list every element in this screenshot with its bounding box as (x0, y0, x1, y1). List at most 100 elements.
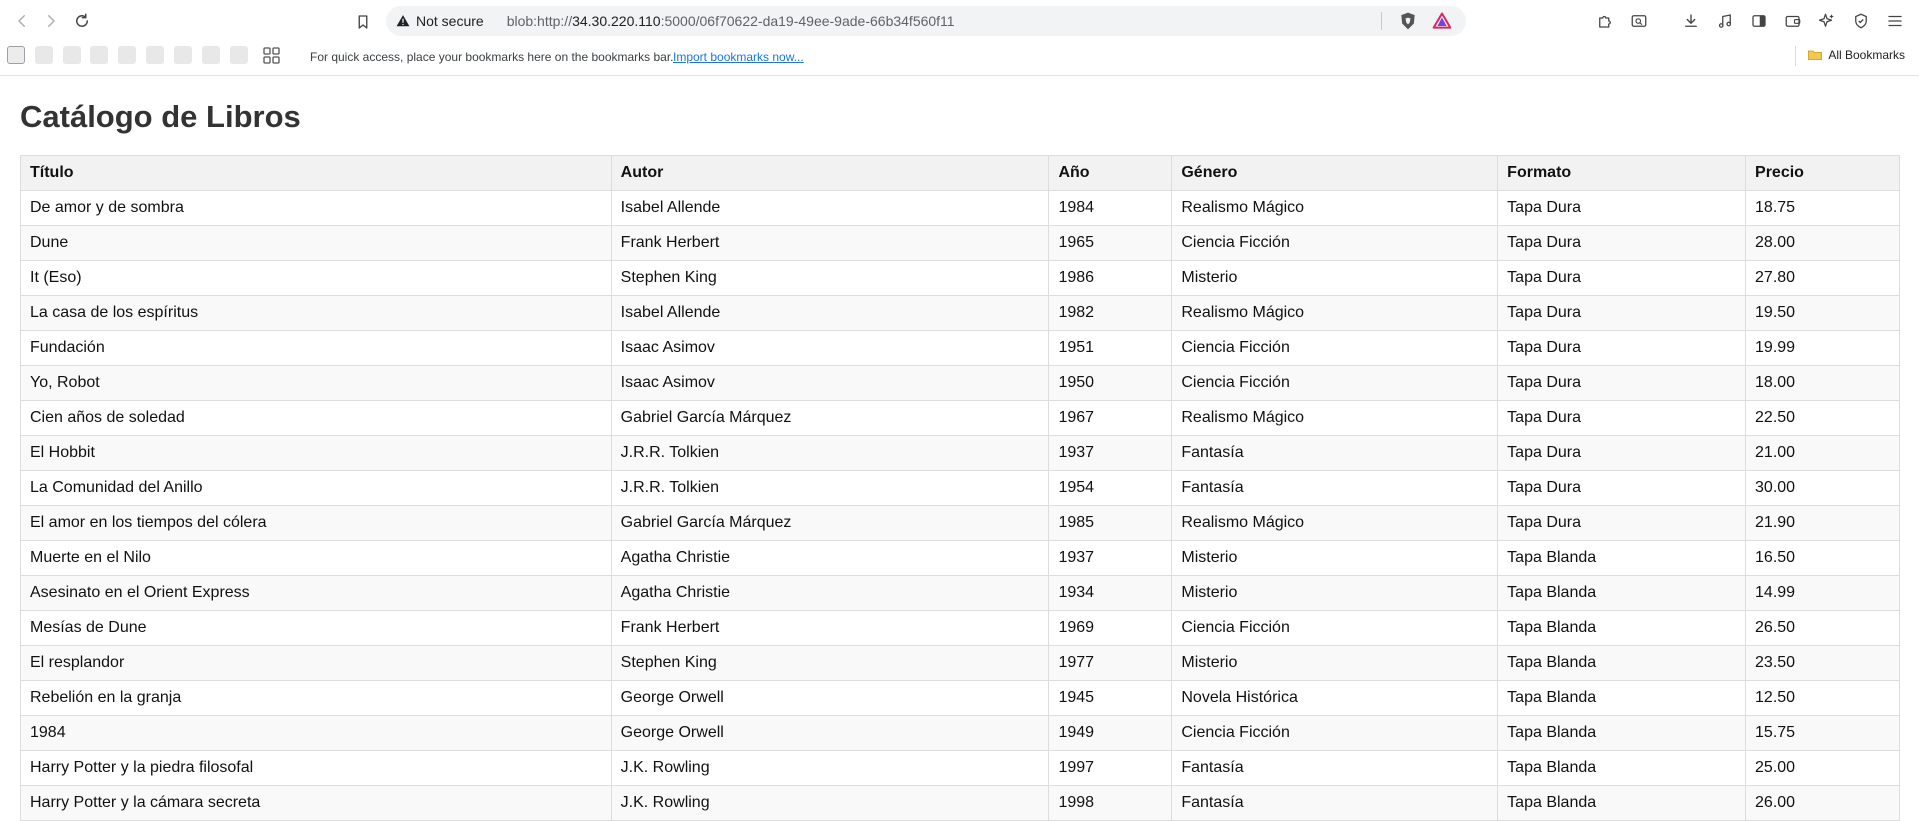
table-row: Muerte en el Nilo Agatha Christie 1937 Mist… (20, 540, 1900, 576)
brave-shields-icon[interactable] (1398, 11, 1418, 31)
security-indicator[interactable]: Not secure (396, 13, 484, 29)
cell-price: 22.50 (1745, 400, 1900, 436)
media-button[interactable] (1713, 10, 1737, 32)
warning-triangle-icon (396, 15, 410, 27)
bookmark-item[interactable] (174, 46, 192, 64)
table-row: Harry Potter y la cámara secreta J.K. Row… (20, 785, 1900, 821)
table-row: El amor en los tiempos del cólera Gabriel… (20, 505, 1900, 541)
apps-grid-icon[interactable] (263, 47, 281, 65)
cell-format: Tapa Dura (1497, 190, 1747, 226)
column-header-price[interactable]: Precio (1745, 155, 1900, 191)
music-note-icon (1718, 14, 1732, 28)
cell-genre: Realismo Mágico (1171, 400, 1499, 436)
cell-format: Tapa Blanda (1497, 715, 1747, 751)
sidebar-icon (1752, 15, 1766, 27)
cell-author: Frank Herbert (610, 610, 1050, 646)
back-arrow-icon (18, 15, 25, 27)
cell-genre: Ciencia Ficción (1171, 610, 1499, 646)
cell-format: Tapa Dura (1497, 225, 1747, 261)
cell-genre: Misterio (1171, 575, 1499, 611)
bookmark-item[interactable] (90, 46, 108, 64)
cell-title: Asesinato en el Orient Express (20, 575, 612, 611)
table-row: De amor y de sombra Isabel Allende 1984 Rea… (20, 190, 1900, 226)
security-label: Not secure (416, 13, 484, 29)
cell-author: Gabriel García Márquez (610, 505, 1050, 541)
bookmark-item[interactable] (118, 46, 136, 64)
column-header-title[interactable]: Título (20, 155, 612, 191)
cell-price: 15.75 (1745, 715, 1900, 751)
url-text[interactable]: blob:http://34.30.220.110:5000/06f70622-… (507, 13, 955, 29)
cell-genre: Fantasía (1171, 470, 1499, 506)
cell-title: Rebelión en la granja (20, 680, 612, 716)
cell-price: 28.00 (1745, 225, 1900, 261)
cell-price: 19.50 (1745, 295, 1900, 331)
cell-title: Yo, Robot (20, 365, 612, 401)
page-content: Catálogo de Libros Título Autor Año Géne… (20, 76, 1900, 821)
cell-genre: Misterio (1171, 260, 1499, 296)
forward-button[interactable] (38, 8, 64, 34)
address-bar[interactable]: Not secure blob:http://34.30.220.110:500… (386, 6, 1466, 36)
cell-format: Tapa Blanda (1497, 785, 1747, 821)
cell-year: 1937 (1048, 540, 1173, 576)
hamburger-menu-icon (1888, 15, 1902, 27)
table-row: Harry Potter y la piedra filosofal J.K. R… (20, 750, 1900, 786)
screenshot-search-button[interactable] (1627, 10, 1651, 32)
extensions-button[interactable] (1593, 10, 1617, 32)
cell-price: 30.00 (1745, 470, 1900, 506)
cell-author: J.R.R. Tolkien (610, 435, 1050, 471)
table-row: El Hobbit J.R.R. Tolkien 1937 Fantasía Tapa … (20, 435, 1900, 471)
bookmark-item[interactable] (63, 46, 81, 64)
cell-price: 21.00 (1745, 435, 1900, 471)
cell-author: George Orwell (610, 680, 1050, 716)
column-header-genre[interactable]: Género (1171, 155, 1499, 191)
all-bookmarks-button[interactable]: All Bookmarks (1807, 47, 1905, 63)
cell-format: Tapa Dura (1497, 470, 1747, 506)
cell-author: Gabriel García Márquez (610, 400, 1050, 436)
cell-genre: Realismo Mágico (1171, 505, 1499, 541)
cell-format: Tapa Dura (1497, 505, 1747, 541)
sidebar-button[interactable] (1747, 10, 1771, 32)
leo-ai-button[interactable] (1815, 10, 1839, 32)
cell-genre: Misterio (1171, 645, 1499, 681)
cell-title: El amor en los tiempos del cólera (20, 505, 612, 541)
cell-format: Tapa Dura (1497, 260, 1747, 296)
cell-genre: Misterio (1171, 540, 1499, 576)
cell-title: Cien años de soledad (20, 400, 612, 436)
table-row: La casa de los espíritus Isabel Allende 19… (20, 295, 1900, 331)
bookmark-item[interactable] (230, 46, 248, 64)
bookmark-item[interactable] (7, 46, 25, 64)
cell-price: 16.50 (1745, 540, 1900, 576)
cell-format: Tapa Dura (1497, 330, 1747, 366)
cell-year: 1937 (1048, 435, 1173, 471)
reload-button[interactable] (69, 8, 95, 34)
cell-title: Fundación (20, 330, 612, 366)
cell-price: 12.50 (1745, 680, 1900, 716)
cell-format: Tapa Blanda (1497, 645, 1747, 681)
bookmark-item[interactable] (146, 46, 164, 64)
brave-rewards-icon[interactable] (1432, 11, 1452, 31)
cell-price: 23.50 (1745, 645, 1900, 681)
bookmark-page-button[interactable] (350, 9, 376, 35)
downloads-button[interactable] (1679, 10, 1703, 32)
wallet-button[interactable] (1781, 10, 1805, 32)
cell-title: El resplandor (20, 645, 612, 681)
main-menu-button[interactable] (1883, 10, 1907, 32)
cell-year: 1985 (1048, 505, 1173, 541)
cell-author: J.K. Rowling (610, 785, 1050, 821)
bookmark-item[interactable] (202, 46, 220, 64)
column-header-format[interactable]: Formato (1497, 155, 1747, 191)
cell-genre: Fantasía (1171, 750, 1499, 786)
import-bookmarks-link[interactable]: Import bookmarks now... (673, 50, 804, 64)
cell-year: 1969 (1048, 610, 1173, 646)
column-header-year[interactable]: Año (1048, 155, 1173, 191)
column-header-author[interactable]: Autor (610, 155, 1050, 191)
cell-genre: Novela Histórica (1171, 680, 1499, 716)
cell-year: 1967 (1048, 400, 1173, 436)
vpn-button[interactable] (1849, 10, 1873, 32)
back-button[interactable] (9, 8, 35, 34)
wallet-icon (1785, 15, 1801, 27)
all-bookmarks-label: All Bookmarks (1828, 48, 1905, 62)
cell-price: 26.50 (1745, 610, 1900, 646)
bookmark-item[interactable] (35, 46, 53, 64)
cell-title: Muerte en el Nilo (20, 540, 612, 576)
